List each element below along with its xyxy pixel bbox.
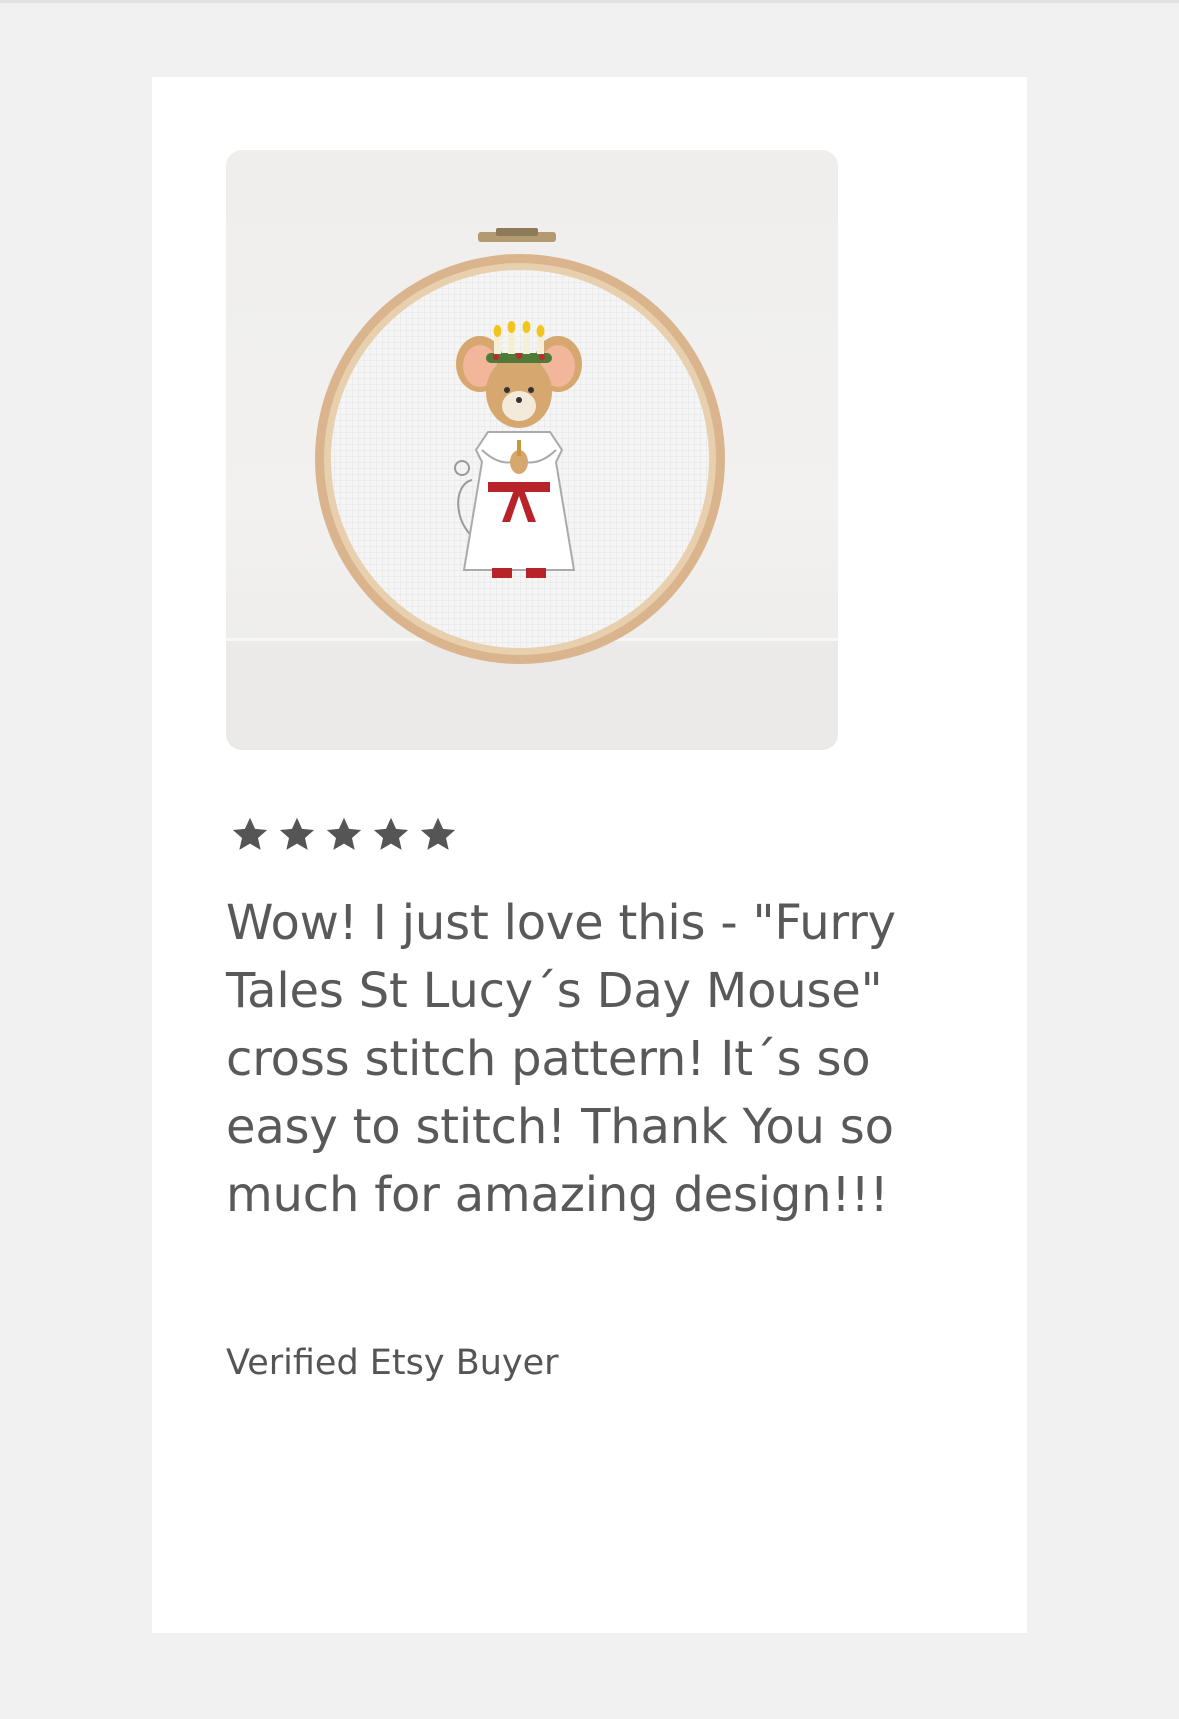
star-icon <box>420 817 456 850</box>
reviewer-name: Verified Etsy Buyer <box>226 1343 559 1383</box>
product-photo[interactable] <box>226 150 838 750</box>
star-icon <box>232 817 268 850</box>
star-icon <box>373 817 409 850</box>
star-rating <box>228 813 460 857</box>
review-card: Wow! I just love this - "Furry Tales St … <box>152 77 1027 1633</box>
star-icon <box>326 817 362 850</box>
star-icon <box>279 817 315 850</box>
top-divider <box>0 0 1179 3</box>
review-text: Wow! I just love this - "Furry Tales St … <box>226 895 896 1223</box>
